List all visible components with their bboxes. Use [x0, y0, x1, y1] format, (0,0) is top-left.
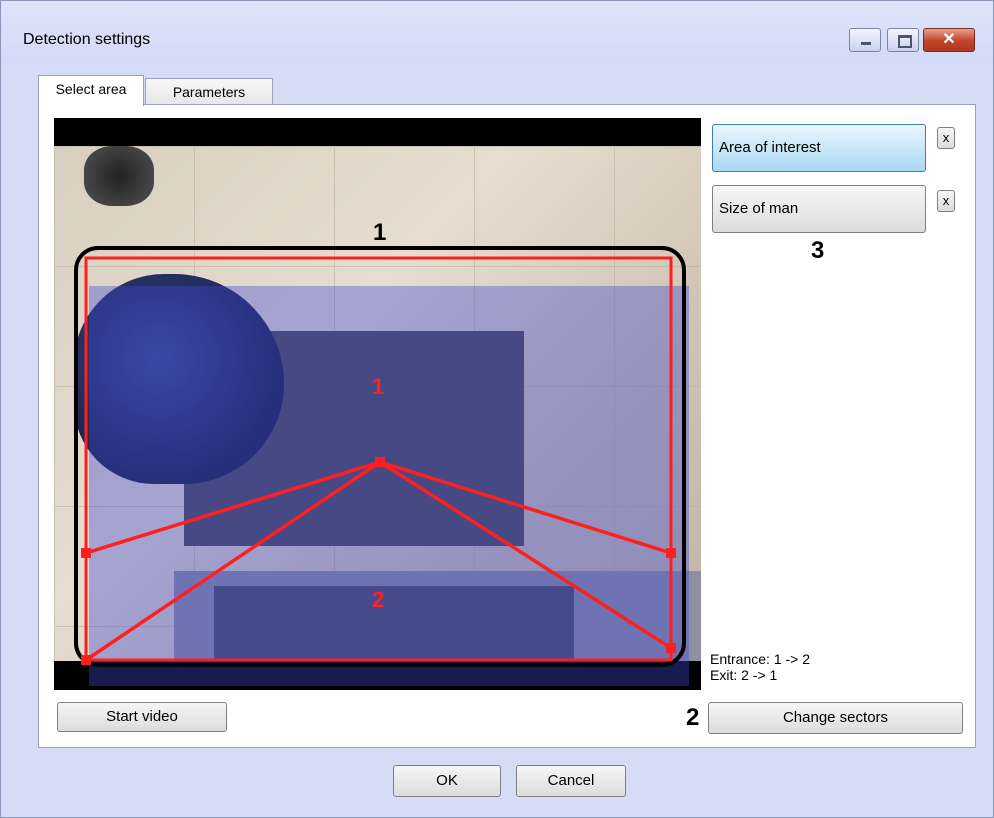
detection-settings-window: Detection settings ✕ Select area Paramet…: [0, 0, 994, 818]
maximize-icon: [898, 35, 912, 48]
size-of-man-button[interactable]: Size of man: [712, 185, 926, 233]
entrance-label: Entrance: 1 -> 2: [710, 651, 811, 667]
bottom-left-handle[interactable]: [81, 655, 91, 665]
sector-1-label: 1: [372, 374, 384, 399]
title-bar[interactable]: Detection settings ✕: [1, 1, 993, 65]
start-video-button[interactable]: Start video: [57, 702, 227, 732]
sector-handles[interactable]: [81, 457, 676, 665]
callout-2: 2: [686, 704, 700, 731]
detection-overlay[interactable]: 1 2: [54, 118, 701, 690]
select-area-panel: 1 2 1 Area of interest x Size of man x 3…: [38, 104, 976, 748]
sector-line[interactable]: [379, 460, 672, 555]
video-preview[interactable]: 1 2: [54, 118, 701, 690]
remove-size-of-man-button[interactable]: x: [937, 190, 955, 212]
cancel-button[interactable]: Cancel: [516, 765, 626, 797]
remove-area-of-interest-button[interactable]: x: [937, 127, 955, 149]
window-title: Detection settings: [23, 31, 151, 48]
right-handle[interactable]: [666, 548, 676, 558]
change-sectors-button[interactable]: Change sectors: [708, 702, 963, 734]
sector-2-label: 2: [372, 587, 384, 612]
direction-legend: Entrance: 1 -> 2 Exit: 2 -> 1: [710, 651, 810, 683]
minimize-icon: [861, 42, 871, 45]
center-handle[interactable]: [375, 457, 385, 467]
callout-1: 1: [373, 219, 387, 246]
tab-parameters[interactable]: Parameters: [145, 78, 273, 106]
ok-button[interactable]: OK: [393, 765, 501, 797]
sector-line[interactable]: [85, 460, 381, 662]
minimize-button[interactable]: [849, 28, 881, 52]
close-icon: ✕: [942, 31, 956, 48]
tab-select-area[interactable]: Select area: [38, 75, 144, 106]
close-button[interactable]: ✕: [923, 28, 975, 52]
sector-lines[interactable]: [85, 460, 672, 662]
callout-3: 3: [811, 237, 825, 264]
sector-line[interactable]: [85, 460, 381, 555]
left-handle[interactable]: [81, 548, 91, 558]
maximize-button[interactable]: [887, 28, 919, 52]
sector-line[interactable]: [379, 460, 672, 650]
bottom-right-handle[interactable]: [666, 643, 676, 653]
exit-label: Exit: 2 -> 1: [710, 667, 778, 683]
area-of-interest-button[interactable]: Area of interest: [712, 124, 926, 172]
